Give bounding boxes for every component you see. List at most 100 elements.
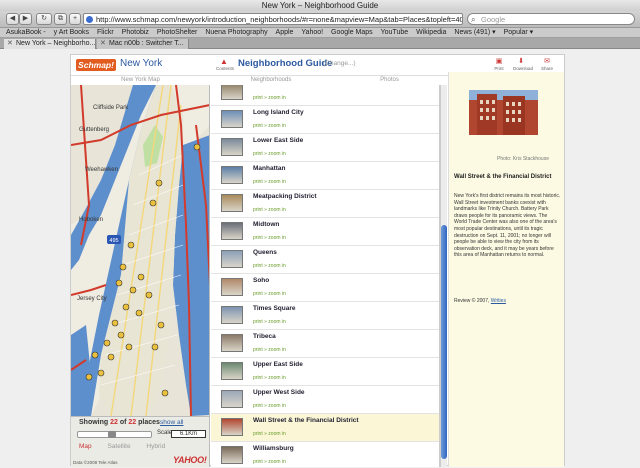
neighborhood-thumbnail[interactable] xyxy=(221,110,243,128)
neighborhood-actions[interactable]: print » zoom in xyxy=(253,179,286,185)
bookmark-item[interactable]: Popular ▾ xyxy=(504,28,534,37)
contents-button[interactable]: ▲ Contents xyxy=(216,58,234,72)
neighborhood-actions[interactable]: print » zoom in xyxy=(253,403,286,409)
bookmark-item[interactable]: Photobiz xyxy=(122,28,149,37)
neighborhood-thumbnail[interactable] xyxy=(221,390,243,408)
neighborhood-thumbnail[interactable] xyxy=(221,334,243,352)
zoom-slider-knob[interactable] xyxy=(108,431,116,438)
neighborhood-name[interactable]: Upper West Side xyxy=(253,389,305,396)
neighborhood-actions[interactable]: print » zoom in xyxy=(253,207,286,213)
neighborhood-row[interactable]: Midtown print » zoom in xyxy=(211,218,439,246)
neighborhood-thumbnail[interactable] xyxy=(221,166,243,184)
neighborhood-thumbnail[interactable] xyxy=(221,418,243,436)
neighborhood-actions[interactable]: print » zoom in xyxy=(253,123,286,129)
neighborhood-name[interactable]: Wall Street & the Financial District xyxy=(253,417,359,424)
neighborhood-name[interactable]: Williamsburg xyxy=(253,445,294,452)
neighborhood-name[interactable]: Lower East Side xyxy=(253,137,303,144)
bookmark-item[interactable]: PhotoShelter xyxy=(157,28,197,37)
bookmark-item[interactable]: Apple xyxy=(276,28,294,37)
neighborhood-name[interactable]: Times Square xyxy=(253,305,296,312)
bookmark-item[interactable]: Yahoo! xyxy=(301,28,323,37)
bookmark-item[interactable]: Flickr xyxy=(97,28,114,37)
neighborhood-actions[interactable]: print » zoom in xyxy=(253,263,286,269)
neighborhood-actions[interactable]: print » zoom in xyxy=(253,291,286,297)
map-canvas[interactable]: 495 Cliffside Park Guttenberg Weehawken … xyxy=(71,85,210,416)
neighborhood-name[interactable]: Meatpacking District xyxy=(253,193,317,200)
tab-photos[interactable]: Photos xyxy=(331,76,448,84)
neighborhood-actions[interactable]: print » zoom in xyxy=(253,235,286,241)
neighborhood-thumbnail[interactable] xyxy=(221,278,243,296)
tab-new-york-map[interactable]: New York Map xyxy=(71,76,210,84)
neighborhood-row[interactable]: Lower East Side print » zoom in xyxy=(211,134,439,162)
neighborhood-name[interactable]: Manhattan xyxy=(253,165,286,172)
add-bookmark-button[interactable]: + xyxy=(69,13,81,25)
zoom-slider[interactable] xyxy=(77,431,152,438)
tab-view-button[interactable]: ⧉ xyxy=(54,13,67,25)
map-panel[interactable]: 495 Cliffside Park Guttenberg Weehawken … xyxy=(71,85,210,467)
bookmark-item[interactable]: y Art Books xyxy=(54,28,89,37)
schmap-logo[interactable]: Schmap! xyxy=(76,59,116,71)
neighborhood-row[interactable]: Soho print » zoom in xyxy=(211,274,439,302)
search-field[interactable]: ⌕ Google xyxy=(467,13,635,25)
neighborhood-actions[interactable]: print » zoom in xyxy=(253,459,286,465)
show-all-link[interactable]: show all xyxy=(160,419,183,426)
neighborhood-name[interactable]: Tribeca xyxy=(253,333,276,340)
bookmark-item[interactable]: Google Maps xyxy=(331,28,373,37)
neighborhood-row[interactable]: Upper East Side print » zoom in xyxy=(211,358,439,386)
neighborhood-row[interactable]: print » zoom in xyxy=(211,85,439,106)
neighborhood-row[interactable]: Manhattan print » zoom in xyxy=(211,162,439,190)
reload-button[interactable]: ↻ xyxy=(36,13,52,25)
browser-tab-active[interactable]: ✕ New York – Neighborho... xyxy=(4,39,96,49)
list-scrollbar[interactable] xyxy=(440,85,447,467)
tab-neighborhoods[interactable]: Neighborhoods xyxy=(211,76,331,84)
neighborhood-name[interactable]: Soho xyxy=(253,277,269,284)
bookmark-item[interactable]: YouTube xyxy=(381,28,409,37)
neighborhood-name[interactable]: Queens xyxy=(253,249,277,256)
address-bar[interactable]: http://www.schmap.com/newyork/introducti… xyxy=(83,13,463,25)
review-author-link[interactable]: Writies xyxy=(491,298,506,304)
map-type-satellite[interactable]: Satellite xyxy=(107,443,130,450)
neighborhood-actions[interactable]: print » zoom in xyxy=(253,347,286,353)
print-button[interactable]: ▣ Print xyxy=(491,58,507,72)
bookmark-item[interactable]: Wikipedia xyxy=(416,28,446,37)
neighborhood-row[interactable]: Wall Street & the Financial District prin… xyxy=(211,414,439,442)
forward-button[interactable]: ▶ xyxy=(19,13,32,25)
neighborhood-photo[interactable] xyxy=(469,90,538,135)
browser-tab[interactable]: ✕ Mac n00b : Switcher T... xyxy=(97,39,189,49)
close-tab-icon[interactable]: ✕ xyxy=(100,39,106,49)
neighborhood-actions[interactable]: print » zoom in xyxy=(253,319,286,325)
neighborhood-row[interactable]: Times Square print » zoom in xyxy=(211,302,439,330)
neighborhood-thumbnail[interactable] xyxy=(221,85,243,100)
share-button[interactable]: ✉ Share xyxy=(539,58,555,72)
bookmark-item[interactable]: Nuena Photography xyxy=(205,28,267,37)
back-button[interactable]: ◀ xyxy=(6,13,19,25)
scrollbar-thumb[interactable] xyxy=(441,225,447,459)
neighborhood-actions[interactable]: print » zoom in xyxy=(253,431,286,437)
neighborhood-row[interactable]: Queens print » zoom in xyxy=(211,246,439,274)
map-type-hybrid[interactable]: Hybrid xyxy=(146,443,165,450)
neighborhood-row[interactable]: Meatpacking District print » zoom in xyxy=(211,190,439,218)
neighborhood-row[interactable]: Upper West Side print » zoom in xyxy=(211,386,439,414)
neighborhood-thumbnail[interactable] xyxy=(221,446,243,464)
map-type-map[interactable]: Map xyxy=(79,443,92,450)
neighborhood-thumbnail[interactable] xyxy=(221,250,243,268)
bookmark-item[interactable]: News (491) ▾ xyxy=(454,28,495,37)
neighborhood-actions[interactable]: print » zoom in xyxy=(253,375,286,381)
change-guide-link[interactable]: (Change...) xyxy=(323,60,356,67)
neighborhood-thumbnail[interactable] xyxy=(221,222,243,240)
neighborhood-thumbnail[interactable] xyxy=(221,306,243,324)
neighborhood-name[interactable]: Midtown xyxy=(253,221,279,228)
neighborhood-thumbnail[interactable] xyxy=(221,194,243,212)
neighborhood-row[interactable]: Long Island City print » zoom in xyxy=(211,106,439,134)
neighborhood-row[interactable]: Williamsburg print » zoom in xyxy=(211,442,439,467)
download-button[interactable]: ⬇ Download xyxy=(513,58,533,72)
neighborhood-actions[interactable]: print » zoom in xyxy=(253,151,286,157)
neighborhood-row[interactable]: Tribeca print » zoom in xyxy=(211,330,439,358)
neighborhood-name[interactable]: Upper East Side xyxy=(253,361,303,368)
bookmark-item[interactable]: AsukaBook - xyxy=(6,28,46,37)
neighborhood-name[interactable]: Long Island City xyxy=(253,109,304,116)
neighborhood-thumbnail[interactable] xyxy=(221,362,243,380)
neighborhood-actions[interactable]: print » zoom in xyxy=(253,95,286,101)
neighborhood-thumbnail[interactable] xyxy=(221,138,243,156)
close-tab-icon[interactable]: ✕ xyxy=(7,39,13,49)
